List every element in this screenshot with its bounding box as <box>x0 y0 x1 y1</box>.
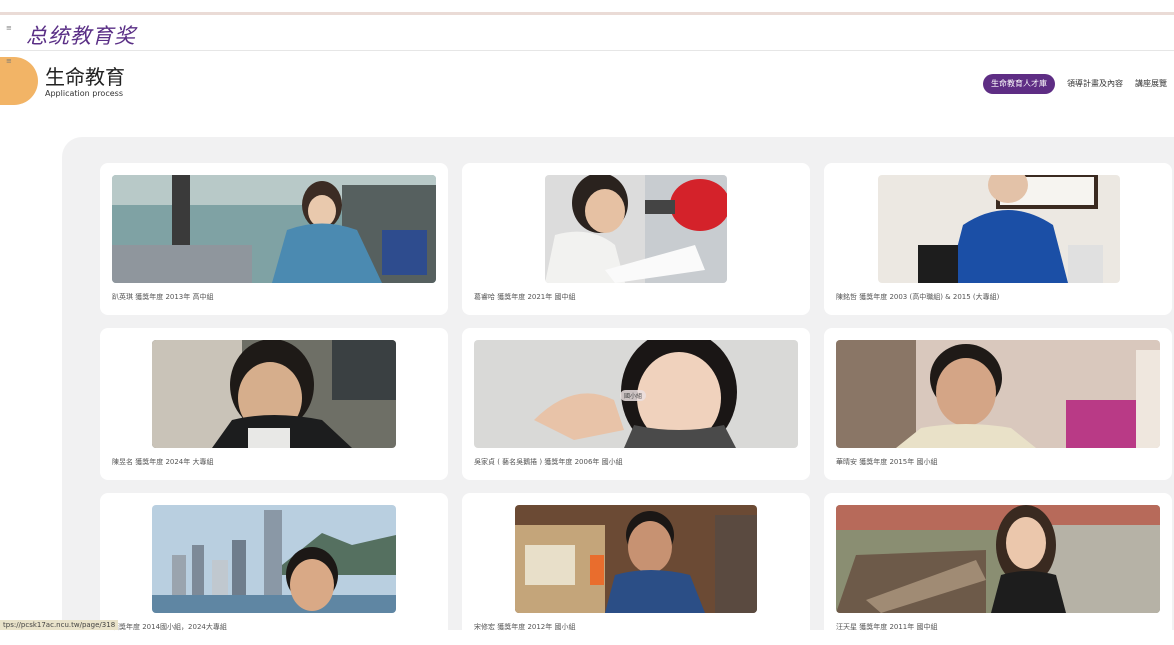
person-card[interactable]: 葛睿哈 獲獎年度 2021年 國中組 <box>462 163 810 315</box>
person-card[interactable]: 陳昱名 獲獎年度 2024年 大專組 <box>100 328 448 480</box>
tab-talent-pool[interactable]: 生命教育人才庫 <box>983 74 1055 94</box>
person-card[interactable]: 宋修宏 獲獎年度 2012年 國小組 <box>462 493 810 645</box>
page-title: 生命教育 <box>45 65 125 89</box>
person-photo <box>515 505 757 613</box>
person-card[interactable]: 獲獎年度 2014國小組，2024大專組 <box>100 493 448 645</box>
person-card[interactable]: 華晴安 獲獎年度 2015年 國小組 <box>824 328 1172 480</box>
top-bar: ≡ 总统教育奖 <box>0 15 1174 51</box>
tab-lectures[interactable]: 講座展覽 <box>1129 74 1173 94</box>
person-caption[interactable]: 陳昱名 獲獎年度 2024年 大專組 <box>112 457 214 467</box>
person-card[interactable]: 國小組 吳家貞 ( 藝名吳鵝捲 ) 獲獎年度 2006年 國小組 <box>462 328 810 480</box>
person-photo <box>836 505 1160 613</box>
person-caption[interactable]: 吳家貞 ( 藝名吳鵝捲 ) 獲獎年度 2006年 國小組 <box>474 457 623 467</box>
person-caption[interactable]: 宋修宏 獲獎年度 2012年 國小組 <box>474 622 576 632</box>
person-photo <box>152 340 396 448</box>
section-tabs: 生命教育人才庫 領導計畫及內容 講座展覽 <box>983 74 1173 94</box>
person-photo <box>545 175 727 283</box>
person-caption[interactable]: 獲獎年度 2014國小組，2024大專組 <box>112 622 227 632</box>
person-card[interactable]: 汪天星 獲獎年度 2011年 國中組 <box>824 493 1172 645</box>
person-photo <box>878 175 1120 283</box>
person-photo <box>836 340 1160 448</box>
menu-toggle-icon[interactable]: ≡ <box>6 24 12 32</box>
person-caption[interactable]: 趴英琪 獲獎年度 2013年 高中組 <box>112 292 214 302</box>
side-menu-icon[interactable]: ≡ <box>6 57 12 65</box>
status-bar-url: tps://pcsk17ac.ncu.tw/page/318 <box>0 620 119 630</box>
person-photo: 國小組 <box>474 340 798 448</box>
photo-badge: 國小組 <box>620 390 647 401</box>
person-card[interactable]: 趴英琪 獲獎年度 2013年 高中組 <box>100 163 448 315</box>
site-logo[interactable]: 总统教育奖 <box>26 20 136 50</box>
person-photo <box>112 175 436 283</box>
person-card[interactable]: 陳銘哲 獲獎年度 2003 (高中職組) & 2015 (大專組) <box>824 163 1172 315</box>
person-caption[interactable]: 葛睿哈 獲獎年度 2021年 國中組 <box>474 292 576 302</box>
person-photo <box>152 505 396 613</box>
tab-leadership-plan[interactable]: 領導計畫及內容 <box>1061 74 1129 94</box>
person-caption[interactable]: 陳銘哲 獲獎年度 2003 (高中職組) & 2015 (大專組) <box>836 292 999 302</box>
page-subtitle: Application process <box>45 89 123 98</box>
person-caption[interactable]: 汪天星 獲獎年度 2011年 國中組 <box>836 622 938 632</box>
person-caption[interactable]: 華晴安 獲獎年度 2015年 國小組 <box>836 457 938 467</box>
